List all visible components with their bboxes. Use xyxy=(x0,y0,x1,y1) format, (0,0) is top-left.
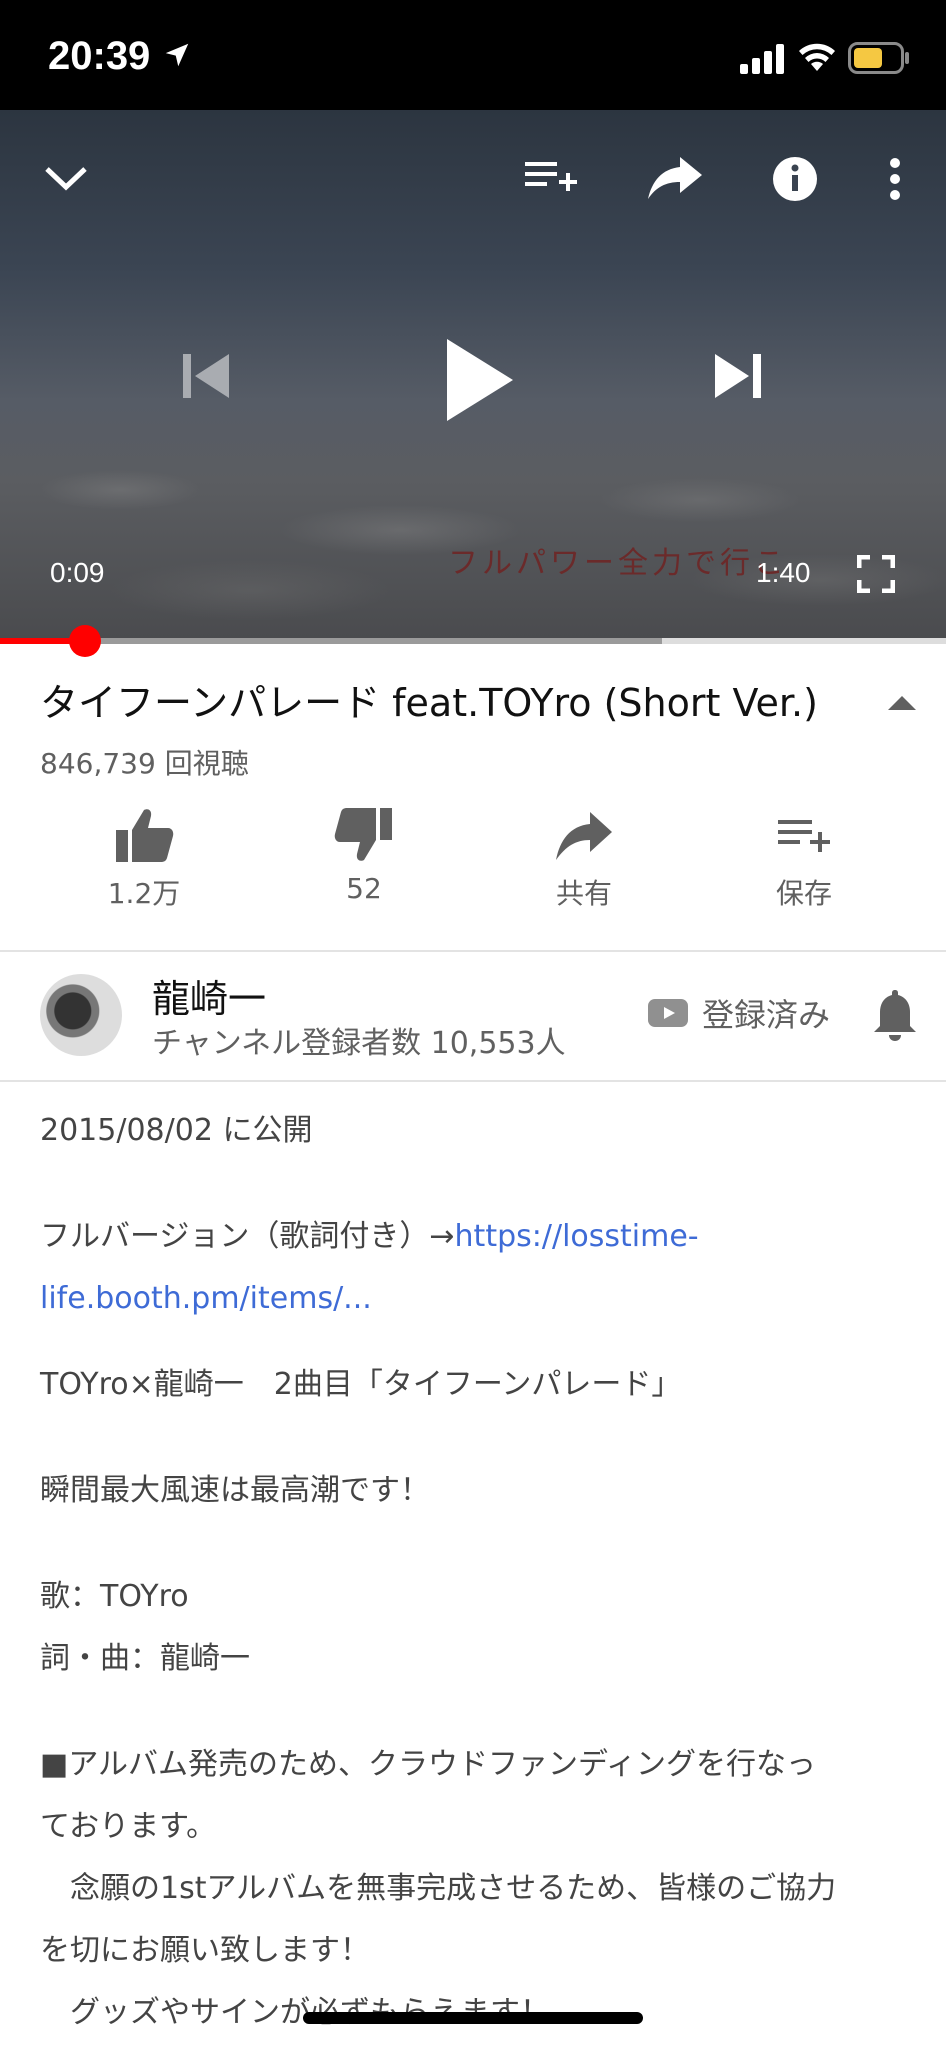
video-player[interactable]: フルパワー全力で行こ 0:09 1:40 xyxy=(0,110,946,640)
video-overlay-caption: フルパワー全力で行こ xyxy=(448,546,788,581)
divider xyxy=(0,1080,946,1082)
share-button[interactable]: 共有 xyxy=(484,800,684,920)
home-indicator[interactable] xyxy=(303,2012,643,2024)
playlist-add-icon xyxy=(778,820,830,852)
seek-thumb[interactable] xyxy=(69,625,102,657)
skip-previous-icon xyxy=(183,354,229,398)
link-continuation: life.booth.pm/items/... xyxy=(40,1268,920,1330)
info-button[interactable] xyxy=(764,148,826,210)
video-duration: 1:40 xyxy=(756,557,811,588)
subscriber-count: チャンネル登録者数 10,553人 xyxy=(152,1026,566,1061)
booth-link-continued[interactable]: life.booth.pm/items/... xyxy=(40,1281,372,1316)
full-version-line: フルバージョン（歌詞付き）→https://losstime- xyxy=(40,1206,920,1268)
status-time: 20:39 xyxy=(48,34,151,78)
notification-bell-icon[interactable] xyxy=(872,988,918,1042)
description-line: TOYro×龍崎一 2曲目「タイフーンパレード」 xyxy=(40,1367,682,1402)
status-bar: 20:39 xyxy=(0,0,946,110)
description-line: ております。 xyxy=(40,1809,217,1844)
channel-name[interactable]: 龍崎一 xyxy=(152,968,266,1023)
dislike-count: 52 xyxy=(346,872,382,905)
save-label: 保存 xyxy=(775,877,832,910)
play-button[interactable] xyxy=(430,330,530,430)
more-options-button[interactable] xyxy=(872,148,918,210)
action-row: 1.2万 52 共有 保存 xyxy=(0,800,946,920)
description-line: ■アルバム発売のため、クラウドファンディングを行なっ xyxy=(40,1747,816,1782)
youtube-icon xyxy=(648,999,688,1027)
seek-bar[interactable] xyxy=(0,625,946,657)
previous-button[interactable] xyxy=(172,342,240,410)
like-button[interactable]: 1.2万 xyxy=(44,800,244,920)
description-line: 念願の1stアルバムを無事完成させるため、皆様のご協力 xyxy=(40,1871,837,1906)
current-time: 0:09 xyxy=(50,557,105,588)
next-button[interactable] xyxy=(704,342,772,410)
share-icon xyxy=(648,157,702,199)
booth-link[interactable]: https://losstime- xyxy=(455,1219,699,1254)
minimize-button[interactable] xyxy=(34,148,98,208)
thumbs-down-icon xyxy=(334,808,392,861)
collapse-description-icon[interactable] xyxy=(884,690,920,714)
publish-date: 2015/08/02 に公開 xyxy=(40,1113,313,1148)
share-icon xyxy=(556,812,612,860)
info-icon xyxy=(773,157,817,201)
fullscreen-button[interactable] xyxy=(850,548,902,600)
add-to-queue-button[interactable] xyxy=(518,150,586,210)
video-description: 2015/08/02 に公開 フルバージョン（歌詞付き）→https://los… xyxy=(40,1100,920,2044)
video-title: タイフーンパレード feat.TOYro (Short Ver.) xyxy=(40,681,818,725)
thumbs-up-icon xyxy=(116,809,174,862)
chevron-down-icon xyxy=(45,167,87,191)
subscribed-label: 登録済み xyxy=(702,996,831,1034)
wifi-icon xyxy=(799,43,835,71)
description-line: 歌：TOYro xyxy=(40,1579,189,1614)
skip-next-icon xyxy=(715,354,761,398)
description-line: を切にお願い致します！ xyxy=(40,1933,370,1968)
like-count: 1.2万 xyxy=(107,877,181,910)
fullscreen-icon xyxy=(857,555,895,593)
more-vertical-icon xyxy=(890,158,900,200)
share-label: 共有 xyxy=(555,877,612,910)
divider xyxy=(0,950,946,952)
share-video-button[interactable] xyxy=(640,148,710,208)
description-line: 瞬間最大風速は最高潮です！ xyxy=(40,1473,430,1508)
save-button[interactable]: 保存 xyxy=(704,800,904,920)
play-icon xyxy=(447,339,513,421)
dislike-button[interactable]: 52 xyxy=(264,800,464,920)
location-arrow-icon xyxy=(165,43,189,67)
cellular-signal-icon xyxy=(740,44,784,74)
playlist-add-icon xyxy=(525,162,577,191)
channel-avatar[interactable] xyxy=(40,974,122,1056)
description-line: 詞・曲：龍崎一 xyxy=(40,1641,250,1676)
subscribed-button[interactable]: 登録済み xyxy=(648,988,830,1038)
view-count: 846,739 回視聴 xyxy=(40,747,249,780)
full-version-prefix: フルバージョン（歌詞付き）→ xyxy=(40,1219,455,1254)
video-frame xyxy=(0,410,946,640)
battery-icon xyxy=(848,42,909,74)
